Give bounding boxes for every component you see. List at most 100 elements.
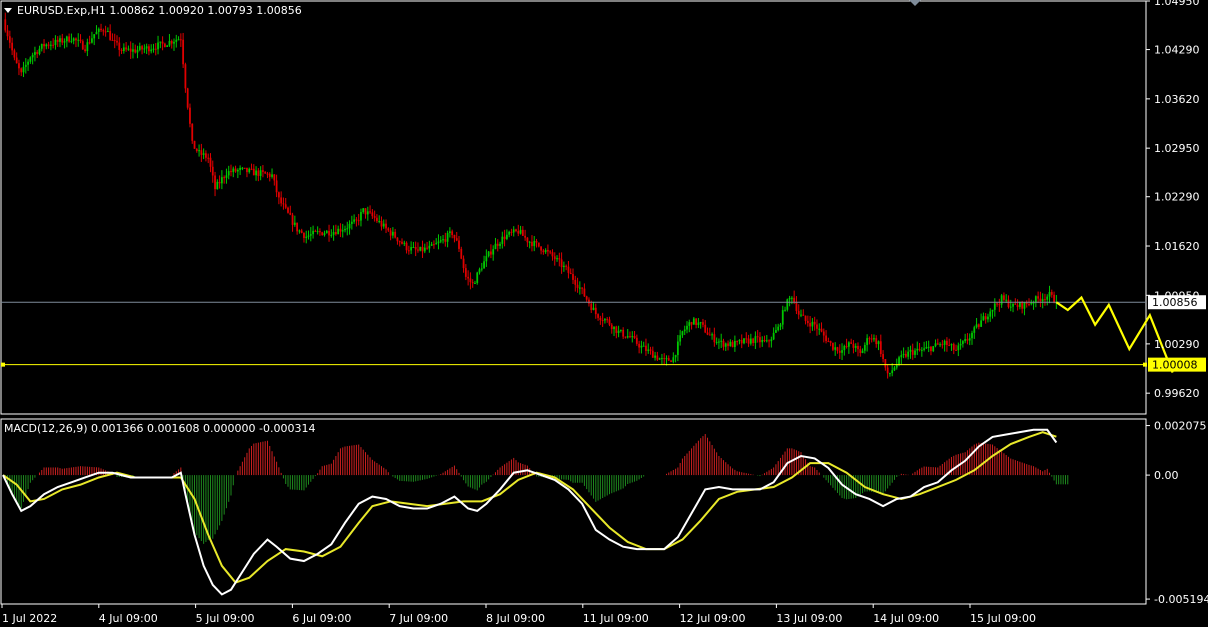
trading-chart[interactable]: 1.04950 1.04290 1.03620 1.02950 1.02290 1.016… — [0, 0, 1208, 627]
candle-bull[interactable] — [715, 342, 718, 344]
candle-bear[interactable] — [464, 268, 467, 277]
candle-bear[interactable] — [918, 348, 921, 351]
candle-bear[interactable] — [576, 284, 579, 288]
candle-bull[interactable] — [854, 345, 857, 348]
candle-bear[interactable] — [371, 212, 374, 217]
candle-bull[interactable] — [410, 247, 413, 251]
candle-bear[interactable] — [708, 334, 711, 336]
candle-bear[interactable] — [161, 41, 164, 44]
candle-bear[interactable] — [8, 36, 11, 43]
candle-bull[interactable] — [168, 40, 171, 46]
candle-bull[interactable] — [428, 245, 431, 249]
candle-bull[interactable] — [961, 341, 964, 344]
candle-bear[interactable] — [79, 39, 82, 42]
candle-bear[interactable] — [243, 167, 246, 169]
candle-bear[interactable] — [879, 341, 882, 355]
candle-bear[interactable] — [266, 173, 269, 175]
candle-bear[interactable] — [471, 282, 474, 284]
candle-bear[interactable] — [234, 168, 237, 172]
candle-bull[interactable] — [241, 167, 244, 169]
candle-bull[interactable] — [54, 39, 57, 46]
candle-bear[interactable] — [829, 341, 832, 343]
candle-bull[interactable] — [91, 38, 93, 43]
candle-bull[interactable] — [248, 168, 251, 173]
candle-bear[interactable] — [904, 353, 907, 357]
candle-bull[interactable] — [423, 247, 426, 252]
candle-bear[interactable] — [629, 336, 631, 338]
candle-bull[interactable] — [1041, 299, 1044, 302]
candle-bear[interactable] — [364, 208, 367, 215]
candle-bear[interactable] — [635, 337, 638, 344]
candle-bear[interactable] — [195, 148, 198, 152]
candle-bear[interactable] — [1053, 294, 1055, 303]
candle-bull[interactable] — [699, 322, 702, 324]
candle-bear[interactable] — [334, 232, 337, 235]
candle-bear[interactable] — [417, 249, 419, 251]
candle-bear[interactable] — [223, 177, 226, 179]
candle-bull[interactable] — [765, 340, 768, 342]
candle-bear[interactable] — [314, 230, 317, 232]
candle-bull[interactable] — [49, 44, 52, 46]
candle-bull[interactable] — [959, 343, 962, 346]
candle-bear[interactable] — [610, 324, 613, 330]
candle-bull[interactable] — [362, 208, 365, 213]
candle-bear[interactable] — [1044, 299, 1046, 301]
candle-bull[interactable] — [259, 170, 262, 176]
candle-bull[interactable] — [166, 45, 169, 47]
candle-bear[interactable] — [572, 274, 574, 280]
candle-bear[interactable] — [567, 266, 570, 273]
candle-bull[interactable] — [790, 297, 793, 299]
candle-bull[interactable] — [360, 212, 362, 221]
candle-bull[interactable] — [337, 228, 340, 235]
candle-bull[interactable] — [150, 49, 153, 52]
candle-bear[interactable] — [111, 39, 114, 41]
candle-bear[interactable] — [47, 44, 50, 46]
candle-bear[interactable] — [756, 336, 759, 338]
candle-bull[interactable] — [1023, 302, 1026, 309]
candle-bull[interactable] — [676, 341, 679, 356]
candle-bear[interactable] — [284, 204, 287, 208]
candle-bull[interactable] — [661, 358, 663, 360]
candle-bear[interactable] — [84, 49, 86, 52]
candle-bull[interactable] — [173, 41, 175, 44]
candle-bull[interactable] — [330, 234, 333, 236]
candle-bull[interactable] — [1012, 303, 1014, 307]
candle-bull[interactable] — [152, 48, 155, 50]
candle-bear[interactable] — [870, 338, 873, 340]
candle-bear[interactable] — [373, 216, 376, 218]
candle-bull[interactable] — [902, 353, 905, 356]
candle-bull[interactable] — [298, 230, 301, 232]
candle-bear[interactable] — [389, 230, 392, 236]
candle-bull[interactable] — [950, 344, 953, 346]
candle-bear[interactable] — [250, 168, 253, 170]
candle-bear[interactable] — [120, 49, 123, 52]
candle-bull[interactable] — [106, 31, 109, 33]
candle-bear[interactable] — [850, 342, 853, 344]
candle-bull[interactable] — [309, 234, 312, 236]
candle-bear[interactable] — [535, 240, 538, 243]
candle-bull[interactable] — [544, 250, 547, 253]
candle-bull[interactable] — [505, 234, 508, 239]
candle-bull[interactable] — [818, 328, 821, 330]
candle-bull[interactable] — [877, 341, 880, 345]
candle-bear[interactable] — [453, 234, 456, 239]
candle-bear[interactable] — [68, 36, 71, 42]
candle-bull[interactable] — [225, 175, 228, 178]
candle-bear[interactable] — [118, 42, 121, 50]
candle-bull[interactable] — [975, 324, 978, 328]
candle-bear[interactable] — [88, 42, 91, 44]
candle-bear[interactable] — [230, 171, 232, 173]
candle-bear[interactable] — [1021, 302, 1024, 309]
candle-bull[interactable] — [982, 316, 985, 321]
candle-bull[interactable] — [65, 36, 68, 42]
candle-bear[interactable] — [328, 230, 330, 236]
candle-bear[interactable] — [211, 166, 214, 176]
candle-bull[interactable] — [718, 341, 720, 343]
candle-bear[interactable] — [588, 299, 590, 304]
candle-bull[interactable] — [592, 307, 595, 310]
candle-bull[interactable] — [1018, 302, 1021, 307]
candle-bull[interactable] — [927, 346, 930, 348]
candle-bear[interactable] — [264, 171, 267, 174]
candle-bear[interactable] — [186, 88, 189, 108]
candle-bear[interactable] — [948, 344, 951, 346]
